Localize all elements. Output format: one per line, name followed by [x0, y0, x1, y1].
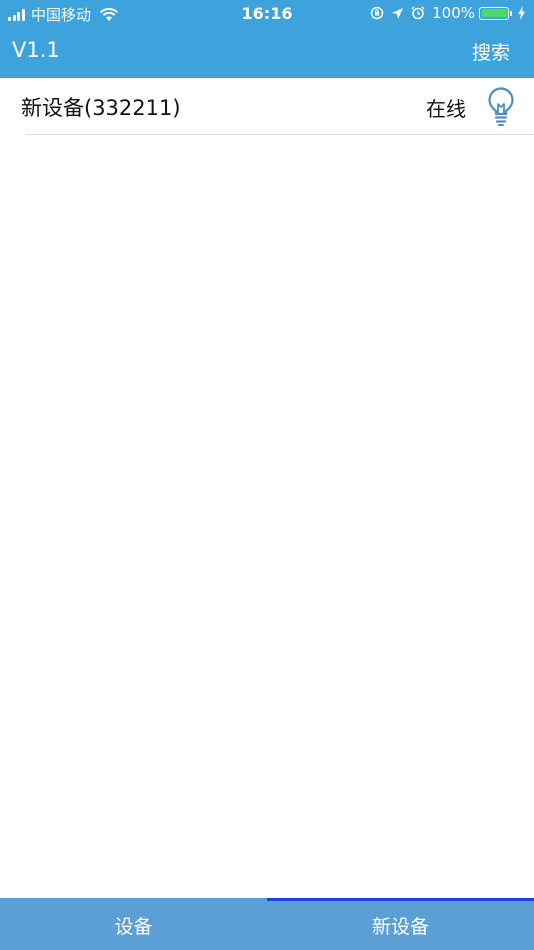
battery-fill	[481, 9, 507, 17]
tab-devices[interactable]: 设备	[0, 898, 267, 950]
location-arrow-icon	[392, 7, 404, 19]
tab-bar: 设备 新设备	[0, 898, 534, 950]
orientation-lock-icon	[370, 6, 384, 20]
app-title: V1.1	[12, 38, 60, 62]
tab-new-devices[interactable]: 新设备	[267, 898, 534, 950]
search-button[interactable]: 搜索	[472, 38, 510, 65]
device-list-item[interactable]: 新设备(332211) 在线	[0, 78, 534, 135]
status-bar: 中国移动 16:16 100%	[0, 0, 534, 28]
row-divider	[26, 134, 534, 135]
battery-percent: 100%	[432, 4, 475, 22]
header-bar: 中国移动 16:16 100% V1.1 搜索	[0, 0, 534, 78]
battery-icon	[479, 6, 509, 20]
status-bar-right: 100%	[363, 4, 526, 22]
device-name: 新设备(332211)	[21, 96, 181, 120]
charging-bolt-icon	[518, 6, 525, 20]
battery-tip	[510, 10, 512, 16]
alarm-icon	[411, 6, 425, 20]
lightbulb-icon[interactable]	[486, 87, 516, 127]
device-status: 在线	[426, 97, 466, 121]
